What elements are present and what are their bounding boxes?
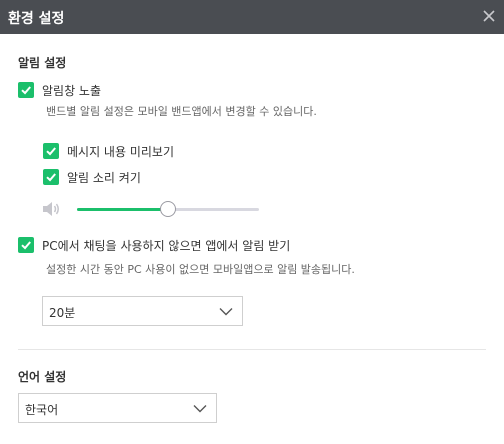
volume-slider-thumb[interactable] xyxy=(160,201,176,217)
check-icon xyxy=(46,147,56,156)
chevron-down-icon xyxy=(193,405,207,413)
window-title: 환경 설정 xyxy=(8,11,65,27)
pc-idle-checkbox[interactable] xyxy=(18,237,34,253)
show-popup-checkbox[interactable] xyxy=(18,82,34,98)
show-popup-label: 알림창 노출 xyxy=(42,84,102,98)
message-preview-label: 메시지 내용 미리보기 xyxy=(67,145,174,159)
volume-slider-fill xyxy=(77,208,168,211)
sound-label: 알림 소리 켜기 xyxy=(67,171,141,185)
title-bar: 환경 설정 xyxy=(0,0,504,34)
volume-slider[interactable] xyxy=(77,200,259,218)
close-icon xyxy=(483,10,495,22)
check-icon xyxy=(46,173,56,182)
message-preview-checkbox[interactable] xyxy=(43,143,59,159)
check-icon xyxy=(21,241,31,250)
pc-idle-note: 설정한 시간 동안 PC 사용이 없으면 모바일앱으로 알림 발송됩니다. xyxy=(46,263,355,276)
close-button[interactable] xyxy=(480,7,498,25)
section-divider xyxy=(18,349,486,350)
pc-idle-label: PC에서 채팅을 사용하지 않으면 앱에서 알림 받기 xyxy=(42,239,291,253)
idle-time-select[interactable]: 20분 xyxy=(42,296,243,326)
sound-checkbox[interactable] xyxy=(43,169,59,185)
language-value: 한국어 xyxy=(25,403,59,417)
band-setting-note: 밴드별 알림 설정은 모바일 밴드앱에서 변경할 수 있습니다. xyxy=(46,105,317,118)
language-select[interactable]: 한국어 xyxy=(18,393,217,423)
chevron-down-icon xyxy=(219,308,233,316)
notification-section-title: 알림 설정 xyxy=(18,56,67,70)
check-icon xyxy=(21,86,31,95)
language-section-title: 언어 설정 xyxy=(18,370,67,384)
idle-time-value: 20분 xyxy=(49,306,76,320)
speaker-icon xyxy=(43,202,59,216)
